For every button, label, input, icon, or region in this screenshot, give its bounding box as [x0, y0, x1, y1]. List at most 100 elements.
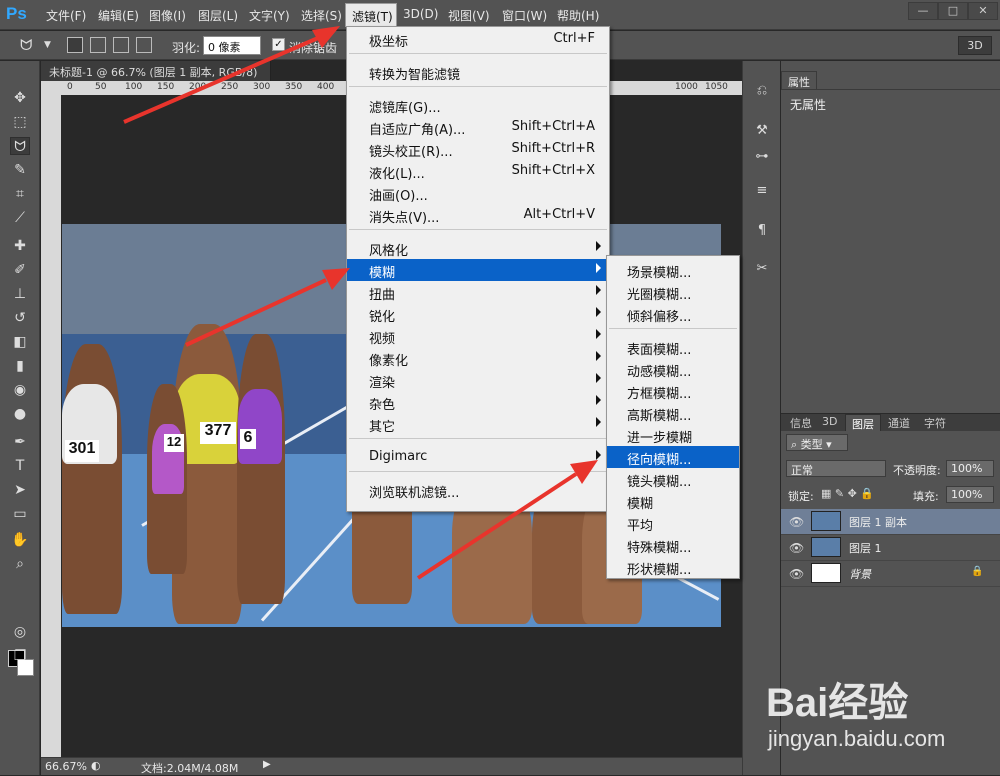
hand-tool-icon[interactable]: ✋	[10, 531, 30, 549]
layer-row[interactable]: 👁 背景 🔒	[781, 561, 1000, 587]
lock-pixels-icon[interactable]: ▦ ✎ ✥ 🔒	[821, 487, 874, 500]
menu-item-render[interactable]: 渲染	[347, 369, 609, 391]
status-arrow-icon[interactable]: ▶	[263, 759, 271, 770]
maximize-button[interactable]: □	[938, 2, 968, 20]
menu-item-blur-more[interactable]: 进一步模糊	[607, 424, 739, 446]
tools-scissors-icon[interactable]: ✂	[753, 261, 771, 279]
layer-kind-filter[interactable]: ⌕ 类型 ▾	[786, 434, 848, 451]
marquee-tool-icon[interactable]: ⬚	[10, 113, 30, 131]
menu-view[interactable]: 视图(V)	[448, 7, 490, 24]
menu-item-noise[interactable]: 杂色	[347, 391, 609, 413]
menu-edit[interactable]: 编辑(E)	[98, 7, 139, 24]
menu-item-blur[interactable]: 模糊	[607, 490, 739, 512]
move-tool-icon[interactable]: ✥	[10, 89, 30, 107]
properties-tab[interactable]: 属性	[781, 71, 817, 89]
eraser-tool-icon[interactable]: ◧	[10, 333, 30, 351]
menu-item-vanishing-point[interactable]: 消失点(V)... Alt+Ctrl+V	[347, 204, 609, 226]
menu-type[interactable]: 文字(Y)	[249, 7, 290, 24]
brush-tool-icon[interactable]: ✐	[10, 261, 30, 279]
menu-item-blur[interactable]: 模糊	[347, 259, 609, 281]
menu-item-average[interactable]: 平均	[607, 512, 739, 534]
menu-item-last-filter[interactable]: 极坐标 Ctrl+F	[347, 28, 609, 50]
menu-item-motion-blur[interactable]: 动感模糊...	[607, 358, 739, 380]
menu-item-other[interactable]: 其它	[347, 413, 609, 435]
minimize-button[interactable]: —	[908, 2, 938, 20]
antialias-checkbox[interactable]: ✓	[272, 38, 285, 51]
menu-item-stylize[interactable]: 风格化	[347, 237, 609, 259]
history-panel-icon[interactable]: ⎌	[753, 83, 771, 101]
zoom-tool-icon[interactable]: ⌕	[10, 555, 30, 573]
tab-3d[interactable]: 3D	[816, 414, 843, 431]
blend-mode-select[interactable]: 正常	[786, 460, 886, 477]
menu-window[interactable]: 窗口(W)	[502, 7, 547, 24]
menu-item-surface-blur[interactable]: 表面模糊...	[607, 336, 739, 358]
healing-brush-icon[interactable]: ✚	[10, 237, 30, 255]
menu-item-gaussian-blur[interactable]: 高斯模糊...	[607, 402, 739, 424]
brush-panel-icon[interactable]: ≡	[753, 183, 771, 201]
crop-tool-icon[interactable]: ⌗	[10, 185, 30, 203]
menu-select[interactable]: 选择(S)	[301, 7, 342, 24]
paragraph-icon[interactable]: ¶	[753, 223, 771, 241]
menu-filter[interactable]: 滤镜(T)	[345, 3, 397, 27]
menu-item-field-blur[interactable]: 场景模糊...	[607, 259, 739, 281]
menu-item-adaptive-wide-angle[interactable]: 自适应广角(A)... Shift+Ctrl+A	[347, 116, 609, 138]
feather-input[interactable]: 0 像素	[203, 36, 261, 55]
menu-item-filter-gallery[interactable]: 滤镜库(G)...	[347, 94, 609, 116]
tab-channels[interactable]: 通道	[882, 414, 916, 431]
menu-item-radial-blur[interactable]: 径向模糊...	[607, 446, 739, 468]
eye-icon[interactable]: 👁	[789, 515, 804, 529]
zoom-level[interactable]: 66.67%	[45, 760, 87, 773]
tab-layers[interactable]: 图层	[845, 414, 881, 431]
menu-image[interactable]: 图像(I)	[149, 7, 186, 24]
eye-icon[interactable]: 👁	[789, 541, 804, 555]
adjustments-icon[interactable]: ⊶	[753, 149, 771, 167]
eyedropper-tool-icon[interactable]: ⟋	[10, 209, 30, 227]
intersect-selection-icon[interactable]	[136, 37, 152, 53]
menu-item-pixelate[interactable]: 像素化	[347, 347, 609, 369]
menu-item-box-blur[interactable]: 方框模糊...	[607, 380, 739, 402]
tab-info[interactable]: 信息	[784, 414, 818, 431]
lasso-preset-icon[interactable]: ᗢ	[20, 36, 32, 54]
menu-item-video[interactable]: 视频	[347, 325, 609, 347]
layer-row[interactable]: 👁 图层 1	[781, 535, 1000, 561]
add-selection-icon[interactable]	[90, 37, 106, 53]
menu-file[interactable]: 文件(F)	[46, 7, 86, 24]
menu-layer[interactable]: 图层(L)	[198, 7, 238, 24]
opacity-input[interactable]: 100%	[946, 460, 994, 477]
menu-item-smart-filter[interactable]: 转换为智能滤镜	[347, 61, 609, 83]
layer-row[interactable]: 👁 图层 1 副本	[781, 509, 1000, 535]
menu-item-shape-blur[interactable]: 形状模糊...	[607, 556, 739, 578]
menu-item-lens-blur[interactable]: 镜头模糊...	[607, 468, 739, 490]
menu-item-sharpen[interactable]: 锐化	[347, 303, 609, 325]
path-select-icon[interactable]: ➤	[10, 481, 30, 499]
menu-item-oil-paint[interactable]: 油画(O)...	[347, 182, 609, 204]
clone-stamp-icon[interactable]: ⊥	[10, 285, 30, 303]
chevron-down-icon[interactable]: ▼	[44, 40, 51, 50]
eye-icon[interactable]: 👁	[789, 567, 804, 581]
screen-mode-icon[interactable]: ❐	[10, 647, 30, 665]
lasso-tool-icon[interactable]: ᗢ	[10, 137, 30, 155]
pen-tool-icon[interactable]: ✒	[10, 433, 30, 451]
subtract-selection-icon[interactable]	[113, 37, 129, 53]
gradient-tool-icon[interactable]: ▮	[10, 357, 30, 375]
menu-3d[interactable]: 3D(D)	[403, 7, 438, 21]
menu-item-tilt-shift[interactable]: 倾斜偏移...	[607, 303, 739, 325]
tool-presets-icon[interactable]: ⚒	[753, 123, 771, 141]
menu-item-iris-blur[interactable]: 光圈模糊...	[607, 281, 739, 303]
new-selection-icon[interactable]	[67, 37, 83, 53]
blur-tool-icon[interactable]: ◉	[10, 381, 30, 399]
fill-input[interactable]: 100%	[946, 486, 994, 503]
menu-item-digimarc[interactable]: Digimarc	[347, 446, 609, 468]
menu-item-browse-online[interactable]: 浏览联机滤镜...	[347, 479, 609, 501]
shape-tool-icon[interactable]: ▭	[10, 505, 30, 523]
workspace-3d-button[interactable]: 3D	[958, 36, 992, 55]
menu-item-smart-blur[interactable]: 特殊模糊...	[607, 534, 739, 556]
quick-mask-icon[interactable]: ◎	[10, 623, 30, 641]
quick-select-tool-icon[interactable]: ✎	[10, 161, 30, 179]
type-tool-icon[interactable]: T	[10, 457, 30, 475]
menu-item-liquify[interactable]: 液化(L)... Shift+Ctrl+X	[347, 160, 609, 182]
status-menu-icon[interactable]: ◐	[91, 759, 101, 772]
document-tab[interactable]: 未标题-1 @ 66.7% (图层 1 副本, RGB/8) *	[41, 61, 271, 93]
menu-item-lens-correction[interactable]: 镜头校正(R)... Shift+Ctrl+R	[347, 138, 609, 160]
menu-help[interactable]: 帮助(H)	[557, 7, 599, 24]
